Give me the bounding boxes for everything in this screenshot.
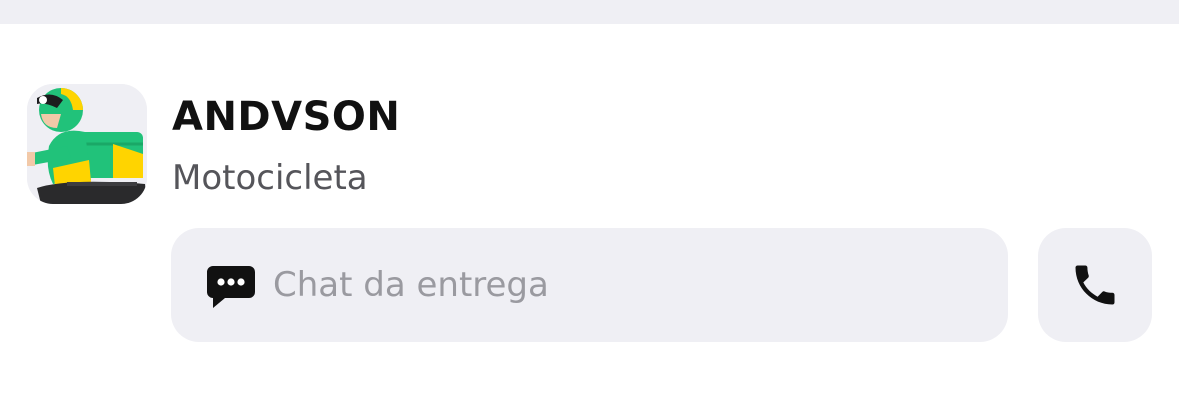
courier-name: ANDVSON [172,94,401,140]
chat-bubble-icon [207,266,255,308]
chat-button-label: Chat da entrega [273,265,549,305]
courier-vehicle: Motocicleta [172,158,368,198]
phone-icon [1075,265,1115,305]
delivery-motorcyclist-icon [27,84,147,204]
delivery-chat-button[interactable]: Chat da entrega [171,228,1008,342]
call-courier-button[interactable] [1038,228,1152,342]
top-separator [0,0,1179,24]
courier-avatar [27,84,147,204]
courier-card: ANDVSON Motocicleta Chat da entrega [0,24,1179,400]
